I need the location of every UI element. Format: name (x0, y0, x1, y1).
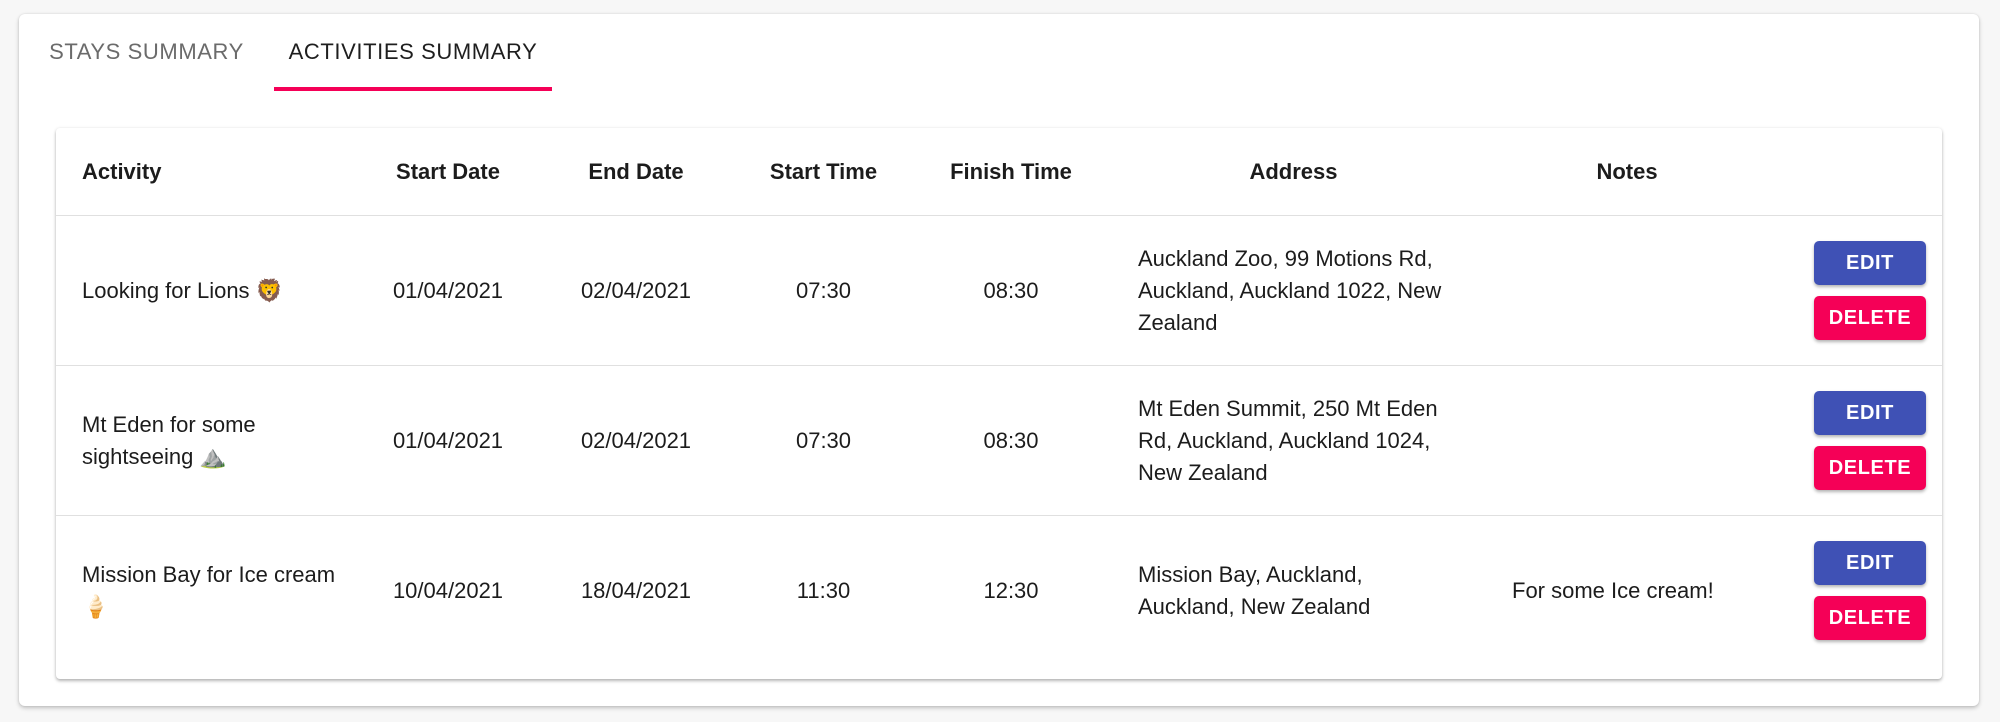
cell-notes (1482, 365, 1772, 516)
cell-activity: Mt Eden for some sightseeing ⛰️ (56, 365, 354, 516)
cell-notes (1482, 215, 1772, 366)
delete-button[interactable]: DELETE (1814, 446, 1926, 490)
cell-actions: EDIT DELETE (1772, 215, 1942, 366)
header-end-date: End Date (542, 128, 730, 216)
activities-table: Activity Start Date End Date Start Time … (56, 128, 1942, 665)
header-start-date: Start Date (354, 128, 542, 216)
cell-address: Auckland Zoo, 99 Motions Rd, Auckland, A… (1105, 215, 1482, 366)
cell-end-date: 02/04/2021 (542, 215, 730, 366)
header-address: Address (1105, 128, 1482, 216)
cell-start-date: 10/04/2021 (392, 577, 504, 603)
table-row: Looking for Lions 🦁 01/04/2021 02/04/202… (56, 215, 1942, 366)
activities-card: STAYS SUMMARY ACTIVITIES SUMMARY Activit… (19, 14, 1979, 706)
edit-button[interactable]: EDIT (1814, 541, 1926, 585)
delete-button[interactable]: DELETE (1814, 296, 1926, 340)
table-header-row: Activity Start Date End Date Start Time … (56, 128, 1942, 216)
activities-table-container: Activity Start Date End Date Start Time … (56, 128, 1942, 679)
cell-finish-time: 08:30 (917, 365, 1105, 516)
cell-end-date: 02/04/2021 (542, 365, 730, 516)
tab-activities-summary[interactable]: ACTIVITIES SUMMARY (274, 14, 552, 91)
table-row: Mt Eden for some sightseeing ⛰️ 01/04/20… (56, 365, 1942, 516)
edit-button[interactable]: EDIT (1814, 241, 1926, 285)
row-actions: EDIT DELETE (1772, 541, 1942, 640)
tab-stays-summary[interactable]: STAYS SUMMARY (19, 14, 274, 90)
cell-start-time: 07:30 (730, 215, 917, 366)
row-actions: EDIT DELETE (1772, 391, 1942, 490)
cell-activity: Looking for Lions 🦁 (56, 215, 354, 366)
row-actions: EDIT DELETE (1772, 241, 1942, 340)
cell-start-time: 11:30 (796, 577, 851, 603)
cell-start-date: 01/04/2021 (354, 215, 542, 366)
cell-activity: Mission Bay for Ice cream 🍦 (82, 561, 336, 619)
cell-notes: For some Ice cream! (1512, 577, 1714, 603)
header-actions (1772, 128, 1942, 216)
cell-address: Mission Bay, Auckland, Auckland, New Zea… (1138, 561, 1371, 619)
cell-actions: EDIT DELETE (1772, 516, 1942, 666)
edit-button[interactable]: EDIT (1814, 391, 1926, 435)
cell-finish-time: 08:30 (917, 215, 1105, 366)
cell-end-date: 18/04/2021 (580, 577, 692, 603)
delete-button[interactable]: DELETE (1814, 596, 1926, 640)
cell-address: Mt Eden Summit, 250 Mt Eden Rd, Auckland… (1105, 365, 1482, 516)
header-notes: Notes (1482, 128, 1772, 216)
summary-tabs: STAYS SUMMARY ACTIVITIES SUMMARY (19, 14, 552, 91)
table-row: Mission Bay for Ice cream 🍦 10/04/2021 1… (56, 516, 1942, 666)
cell-actions: EDIT DELETE (1772, 365, 1942, 516)
header-activity: Activity (56, 128, 354, 216)
header-start-time: Start Time (730, 128, 917, 216)
cell-start-date: 01/04/2021 (354, 365, 542, 516)
header-finish-time: Finish Time (917, 128, 1105, 216)
cell-finish-time: 12:30 (983, 577, 1039, 603)
cell-start-time: 07:30 (730, 365, 917, 516)
